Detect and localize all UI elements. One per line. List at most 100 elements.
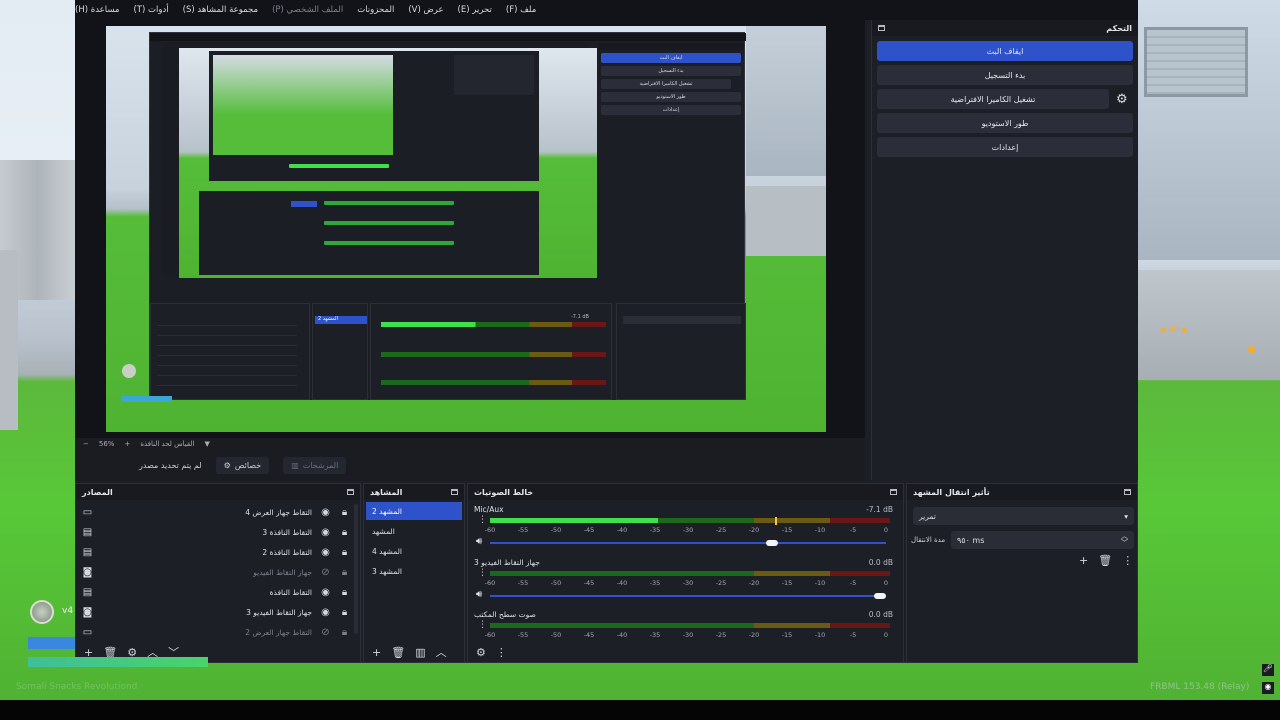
eye-icon[interactable]: ◉ bbox=[320, 507, 331, 518]
menu-profile[interactable]: الملف الشخصي (P) bbox=[272, 5, 343, 15]
nested-preview-canvas bbox=[179, 48, 597, 278]
add-transition-icon[interactable]: + bbox=[1079, 554, 1088, 567]
nested-studio: طور الاستوديو bbox=[601, 92, 741, 102]
mixer-menu-icon[interactable]: ⋮ bbox=[496, 646, 507, 659]
menu-stock[interactable]: المحزونات bbox=[357, 5, 394, 15]
transition-type-select[interactable]: تمرير ▾ bbox=[913, 507, 1134, 525]
transition-menu-icon[interactable]: ⋮ bbox=[1122, 554, 1133, 567]
hud-dot bbox=[1248, 346, 1255, 353]
preview-avatar bbox=[122, 364, 136, 378]
mixer-tick-label: -55 bbox=[517, 526, 529, 534]
undock-icon[interactable] bbox=[347, 489, 354, 495]
preview-area[interactable]: ايقاف البث بدء التسجيل تشغيل الكاميرا ال… bbox=[75, 20, 865, 438]
source-row[interactable]: ▤ التقاط النافذة 3 ◉ 🔒︎ bbox=[76, 522, 356, 542]
eye-icon[interactable]: ◉ bbox=[320, 587, 331, 598]
lock-icon[interactable]: 🔒︎ bbox=[339, 587, 350, 598]
settings-button[interactable]: إعدادات bbox=[877, 137, 1133, 157]
start-virtual-camera-button[interactable]: تشغيل الكاميرا الافتراضية bbox=[877, 89, 1109, 109]
source-row[interactable]: ◙ جهاز التقاط الفيديو 3 ◉ 🔒︎ bbox=[76, 602, 356, 622]
eye-hidden-icon[interactable]: ⊘ bbox=[320, 567, 331, 578]
undock-icon[interactable] bbox=[1124, 489, 1131, 495]
source-name: التقاط النافذة 3 bbox=[262, 527, 312, 537]
scene-item[interactable]: المشهد 3 bbox=[366, 562, 462, 580]
nested-nested-scene-sel bbox=[291, 201, 317, 207]
virtual-camera-settings-gear-icon[interactable]: ⚙ bbox=[1116, 92, 1128, 107]
undock-icon[interactable] bbox=[890, 489, 897, 495]
mixer-tick-label: -30 bbox=[682, 579, 694, 587]
lock-icon[interactable]: 🔒︎ bbox=[339, 507, 350, 518]
undock-icon[interactable] bbox=[878, 25, 885, 31]
studio-mode-button[interactable]: طور الاستوديو bbox=[877, 113, 1133, 133]
lock-icon[interactable]: 🔒︎ bbox=[339, 547, 350, 558]
mixer-tick-label: -10 bbox=[814, 526, 826, 534]
lock-icon[interactable]: 🔒︎ bbox=[339, 627, 350, 638]
remove-transition-trash-icon[interactable]: 🗑︎ bbox=[1098, 554, 1112, 567]
nested-scene-selected: المشهد 2 bbox=[315, 316, 367, 324]
monitor-icon: ▭ bbox=[82, 626, 93, 638]
source-row[interactable]: ▤ التقاط النافذة 2 ◉ 🔒︎ bbox=[76, 542, 356, 562]
scenes-dock: المشاهد المشهد 2 المشهد المشهد 4 المشهد … bbox=[363, 483, 465, 663]
add-scene-icon[interactable]: + bbox=[372, 646, 381, 659]
speaker-icon[interactable]: 🔊︎ bbox=[476, 536, 482, 547]
mixer-tick-label: -30 bbox=[682, 631, 694, 639]
mixer-tick-label: -55 bbox=[517, 631, 529, 639]
remove-scene-trash-icon[interactable]: 🗑︎ bbox=[391, 646, 405, 659]
menu-edit[interactable]: تحرير (E) bbox=[458, 5, 492, 15]
audio-mixer-header: خالط الصوتيات bbox=[468, 484, 903, 500]
duration-spinbox[interactable]: ٩٥٠ ms ︿ ﹀ bbox=[951, 531, 1134, 549]
properties-button[interactable]: ⚙ خصائص bbox=[215, 457, 270, 474]
scene-up-chevron-icon[interactable]: ︿ bbox=[436, 644, 447, 660]
source-row[interactable]: ▤ التقاط النافذة ◉ 🔒︎ bbox=[76, 582, 356, 602]
undock-icon[interactable] bbox=[451, 489, 458, 495]
advanced-audio-gear-icon[interactable]: ⚙ bbox=[476, 646, 486, 659]
source-name: جهاز التقاط الفيديو 3 bbox=[246, 607, 312, 617]
source-name: التقاط جهاز العرض 2 bbox=[245, 627, 312, 637]
menu-help[interactable]: مساعدة (H) bbox=[75, 5, 119, 15]
source-row[interactable]: ▭ التقاط جهاز العرض 4 ◉ 🔒︎ bbox=[76, 502, 356, 522]
filters-button[interactable]: ▥ المرشحات bbox=[283, 457, 347, 474]
source-row[interactable]: ▭ التقاط جهاز العرض 2 ⊘ 🔒︎ bbox=[76, 622, 356, 642]
zoom-mode-label[interactable]: القياس لحد النافذة bbox=[140, 440, 194, 448]
sources-scrollbar[interactable] bbox=[354, 504, 358, 634]
mixer-tick-label: -35 bbox=[649, 526, 661, 534]
eye-icon[interactable]: ◉ bbox=[320, 547, 331, 558]
zoom-dropdown-chevron-icon[interactable]: ▼ bbox=[205, 440, 210, 448]
eye-hidden-icon[interactable]: ⊘ bbox=[320, 627, 331, 638]
zoom-in-icon[interactable]: + bbox=[124, 440, 130, 448]
mixer-tick-label: -40 bbox=[616, 526, 628, 534]
camera-icon: ◙ bbox=[82, 566, 93, 578]
scene-item[interactable]: المشهد 4 bbox=[366, 542, 462, 560]
source-row[interactable]: ◙ جهاز التقاط الفيديو ⊘ 🔒︎ bbox=[76, 562, 356, 582]
eye-icon[interactable]: ◉ bbox=[320, 607, 331, 618]
menu-file[interactable]: ملف (F) bbox=[506, 5, 536, 15]
audio-mixer-title: خالط الصوتيات bbox=[474, 487, 534, 497]
stop-stream-button[interactable]: ايقاف البث bbox=[877, 41, 1133, 61]
duration-label: مدة الانتقال bbox=[911, 536, 946, 544]
lock-icon[interactable]: 🔒︎ bbox=[339, 567, 350, 578]
volume-slider-knob[interactable] bbox=[874, 593, 886, 599]
zoom-out-icon[interactable]: − bbox=[83, 440, 89, 448]
no-source-label: لم يتم تحديد مصدر bbox=[139, 461, 202, 470]
lock-icon[interactable]: 🔒︎ bbox=[339, 527, 350, 538]
menu-scene-collection[interactable]: مجموعة المشاهد (S) bbox=[183, 5, 258, 15]
volume-slider[interactable] bbox=[490, 593, 886, 599]
mixer-channel-menu-icon[interactable]: ⋮ bbox=[478, 516, 487, 525]
volume-slider[interactable] bbox=[490, 540, 886, 546]
speaker-icon[interactable]: 🔊︎ bbox=[476, 589, 482, 600]
menu-view[interactable]: عرض (V) bbox=[408, 5, 443, 15]
lock-icon[interactable]: 🔒︎ bbox=[339, 607, 350, 618]
scene-item[interactable]: المشهد bbox=[366, 522, 462, 540]
mixer-channel-menu-icon[interactable]: ⋮ bbox=[478, 569, 487, 578]
volume-slider-knob[interactable] bbox=[766, 540, 779, 546]
nested-menubar bbox=[150, 33, 746, 41]
scene-item-selected[interactable]: المشهد 2 bbox=[366, 502, 462, 520]
eye-icon[interactable]: ◉ bbox=[320, 527, 331, 538]
scenes-toolbar: + 🗑︎ ▥ ︿ bbox=[364, 642, 464, 662]
scene-filter-icon[interactable]: ▥ bbox=[415, 646, 425, 659]
mixer-channel-menu-icon[interactable]: ⋮ bbox=[478, 621, 487, 630]
mixer-tick-label: -50 bbox=[550, 579, 562, 587]
start-recording-button[interactable]: بدء التسجيل bbox=[877, 65, 1133, 85]
menu-tools[interactable]: أدوات (T) bbox=[133, 5, 168, 15]
spin-arrows-icon[interactable]: ︿ ﹀ bbox=[1121, 533, 1128, 547]
hud-marker: ◆ 40 ◆ bbox=[1160, 325, 1188, 334]
